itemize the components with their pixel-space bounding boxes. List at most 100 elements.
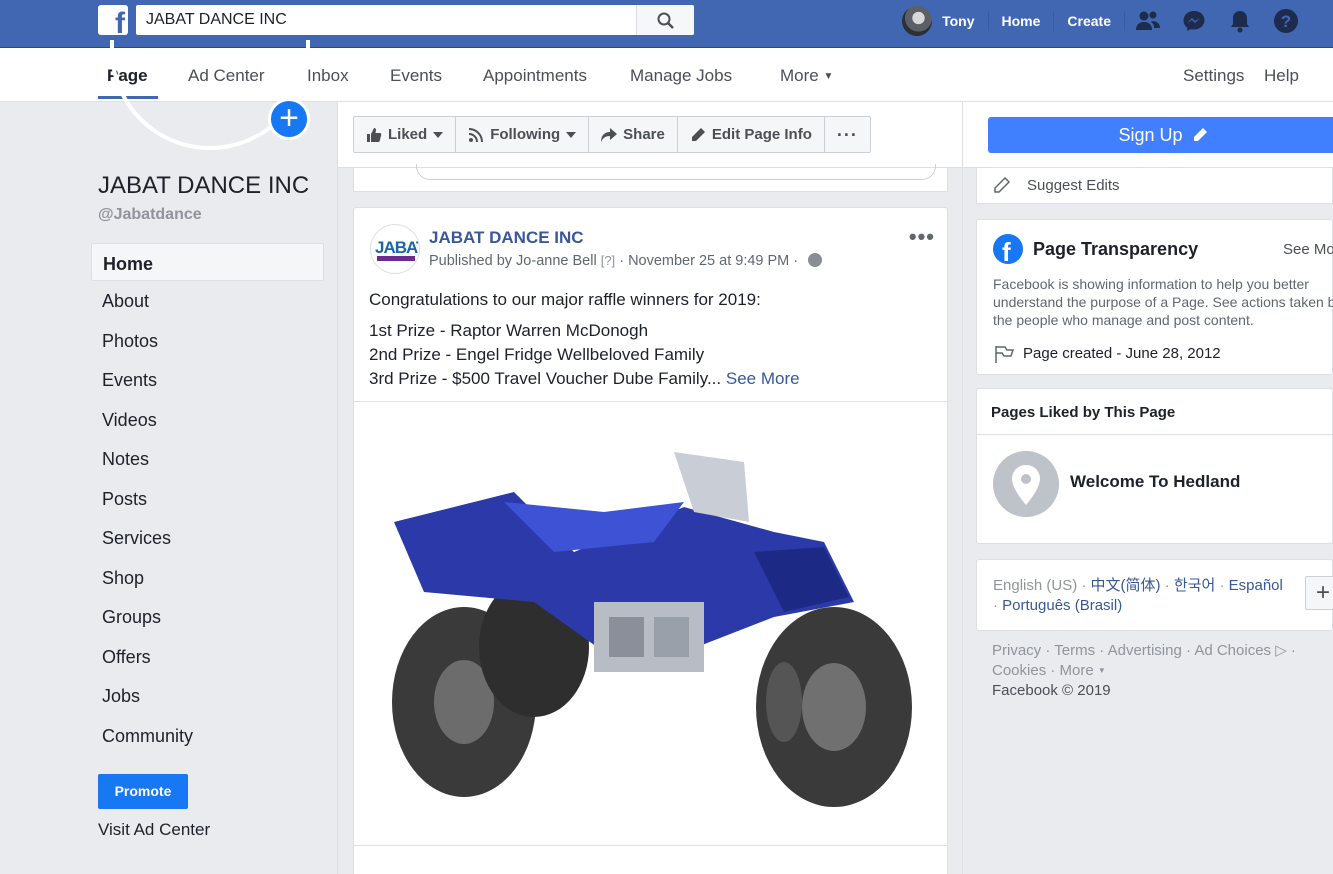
search-box[interactable]: JABAT DANCE INC [136,5,694,35]
sidebar-item-notes[interactable]: Notes [91,439,324,479]
footer-links: Privacy · Terms · Advertising · Ad Choic… [992,642,1296,699]
sidebar-item-jobs[interactable]: Jobs [91,676,324,716]
sidebar-item-events[interactable]: Events [91,360,324,400]
flag-icon [995,346,1015,363]
sidebar-item-photos[interactable]: Photos [91,321,324,361]
edit-page-info-button[interactable]: Edit Page Info [678,117,825,152]
sidebar-item-home[interactable]: Home [91,243,324,281]
share-button[interactable]: Share [589,117,678,152]
help-bracket[interactable]: [?] [601,253,615,268]
footer-more[interactable]: More ▼ [1060,662,1106,679]
sign-up-label: Sign Up [1118,125,1183,145]
see-more-link[interactable]: See Mo [1283,241,1333,258]
create-link[interactable]: Create [1054,11,1125,31]
tab-appointments[interactable]: Appointments [483,66,587,86]
footer-terms[interactable]: Terms [1054,642,1095,659]
sidebar-item-services[interactable]: Services [91,518,324,558]
profile-link[interactable]: Tony [942,11,989,31]
language-spanish[interactable]: Español [1229,577,1283,594]
messenger-icon[interactable] [1171,6,1217,36]
tab-more[interactable]: More ▼ [780,66,833,86]
footer-privacy[interactable]: Privacy [992,642,1041,659]
footer-ad-choices[interactable]: Ad Choices ▷ [1194,642,1286,659]
more-options-button[interactable]: ··· [825,117,870,152]
search-button[interactable] [636,5,694,35]
ad-choices-label: Ad Choices [1194,642,1272,659]
footer-more-label: More [1059,662,1094,679]
promote-button[interactable]: Promote [98,774,188,809]
liked-button[interactable]: Liked [354,117,457,152]
liked-page-avatar[interactable] [993,451,1059,517]
svg-text:?: ? [1281,12,1291,31]
notifications-bell-icon[interactable] [1217,6,1263,36]
globe-public-icon [808,253,823,267]
prize-line: 3rd Prize - $500 Travel Voucher Dube Fam… [369,367,800,391]
tab-settings[interactable]: Settings [1183,66,1244,86]
ellipsis-icon: ··· [836,124,858,145]
post-author-avatar[interactable]: JABAT [370,224,420,274]
top-nav: Tony Home Create ? [902,6,1309,36]
liked-page-name[interactable]: Welcome To Hedland [1070,472,1240,492]
page-sidebar-nav: Home About Photos Events Videos Notes Po… [91,243,324,755]
friends-icon[interactable] [1125,6,1171,36]
add-language-plus-icon[interactable]: + [1305,576,1333,610]
next-post [353,845,948,874]
language-korean[interactable]: 한국어 [1174,577,1215,594]
composer-input[interactable] [416,164,936,180]
following-label: Following [490,126,561,143]
footer-advertising[interactable]: Advertising [1108,642,1182,659]
add-photo-plus-icon[interactable]: + [268,98,310,140]
location-pin-icon [1012,465,1040,505]
page-actions-group: Liked Following Share Edit Page Info ··· [353,116,871,153]
post-body: Congratulations to our major raffle winn… [369,288,800,391]
sidebar-item-shop[interactable]: Shop [91,558,324,598]
jabat-logo-text: JABAT [375,238,419,257]
facebook-logo-icon[interactable]: f [98,5,128,35]
post-intro: Congratulations to our major raffle winn… [369,290,761,309]
post-meta: Published by Jo-anne Bell [?] · November… [429,253,823,269]
visit-ad-center-link[interactable]: Visit Ad Center [98,820,210,840]
tab-inbox[interactable]: Inbox [307,66,349,86]
ad-choices-icon: ▷ [1275,642,1287,659]
following-button[interactable]: Following [456,117,590,152]
tab-manage-jobs[interactable]: Manage Jobs [630,66,732,86]
sidebar-item-offers[interactable]: Offers [91,637,324,677]
post-timestamp[interactable]: November 25 at 9:49 PM [628,253,789,269]
home-link[interactable]: Home [989,11,1055,31]
sidebar-item-posts[interactable]: Posts [91,479,324,519]
atv-quad-bike-image [392,452,912,807]
footer-cookies[interactable]: Cookies [992,662,1046,679]
liked-label: Liked [388,126,428,143]
caret-down-icon: ▼ [1097,666,1106,675]
page-transparency-card: f Page Transparency See Mo Facebook is s… [976,219,1333,375]
tab-help[interactable]: Help [1264,66,1299,86]
suggest-edits-row[interactable]: Suggest Edits [976,168,1333,204]
tab-events[interactable]: Events [390,66,442,86]
post-composer[interactable] [353,164,948,192]
post-author-name[interactable]: JABAT DANCE INC [429,228,584,248]
user-avatar[interactable] [902,6,933,36]
facebook-round-icon: f [993,234,1023,264]
caret-down-icon: ▼ [823,71,834,82]
pages-liked-title: Pages Liked by This Page [991,404,1176,421]
tab-more-label: More [780,66,819,85]
pencil-icon [1193,128,1207,141]
help-icon[interactable]: ? [1263,6,1309,36]
sidebar-item-videos[interactable]: Videos [91,400,324,440]
sidebar-item-groups[interactable]: Groups [91,597,324,637]
published-by[interactable]: Published by Jo-anne Bell [429,253,597,269]
page-username[interactable]: @Jabatdance [98,206,202,224]
sidebar-item-about[interactable]: About [91,281,324,321]
see-more-link[interactable]: See More [726,369,800,388]
search-input[interactable]: JABAT DANCE INC [146,11,287,29]
suggest-edits-label: Suggest Edits [1027,177,1120,194]
post-options-ellipsis-icon[interactable]: ••• [909,224,935,250]
post-image[interactable] [354,401,947,846]
language-chinese[interactable]: 中文(简体) [1091,577,1161,594]
caret-down-icon [566,131,577,138]
sidebar-item-community[interactable]: Community [91,716,324,756]
pages-liked-card: Pages Liked by This Page Welcome To Hedl… [976,388,1333,544]
language-portuguese[interactable]: Português (Brasil) [1002,597,1122,614]
sign-up-button[interactable]: Sign Up [988,117,1333,153]
logo-stripe [377,256,415,261]
